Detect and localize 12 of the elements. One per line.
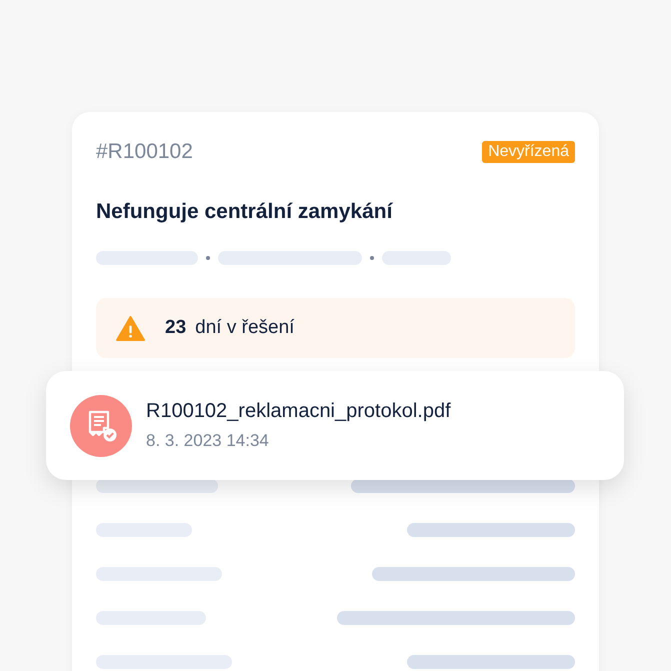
separator-dot [370, 256, 374, 260]
file-date: 8. 3. 2023 14:34 [146, 431, 270, 451]
claim-title: Nefunguje centrální zamykání [96, 200, 394, 224]
claim-number: #R100102 [96, 140, 193, 164]
receipt-check-icon [70, 394, 132, 456]
file-name: R100102_reklamacni_protokol.pdf [146, 400, 451, 423]
days-label: dní v řešení [195, 317, 294, 339]
warning-icon [116, 316, 145, 340]
status-badge: Nevyřízená [482, 141, 575, 163]
separator-dot [206, 256, 210, 260]
attachment-card[interactable]: R100102_reklamacni_protokol.pdf 8. 3. 2023 14:34 [46, 371, 624, 480]
days-count: 23 [165, 317, 186, 339]
